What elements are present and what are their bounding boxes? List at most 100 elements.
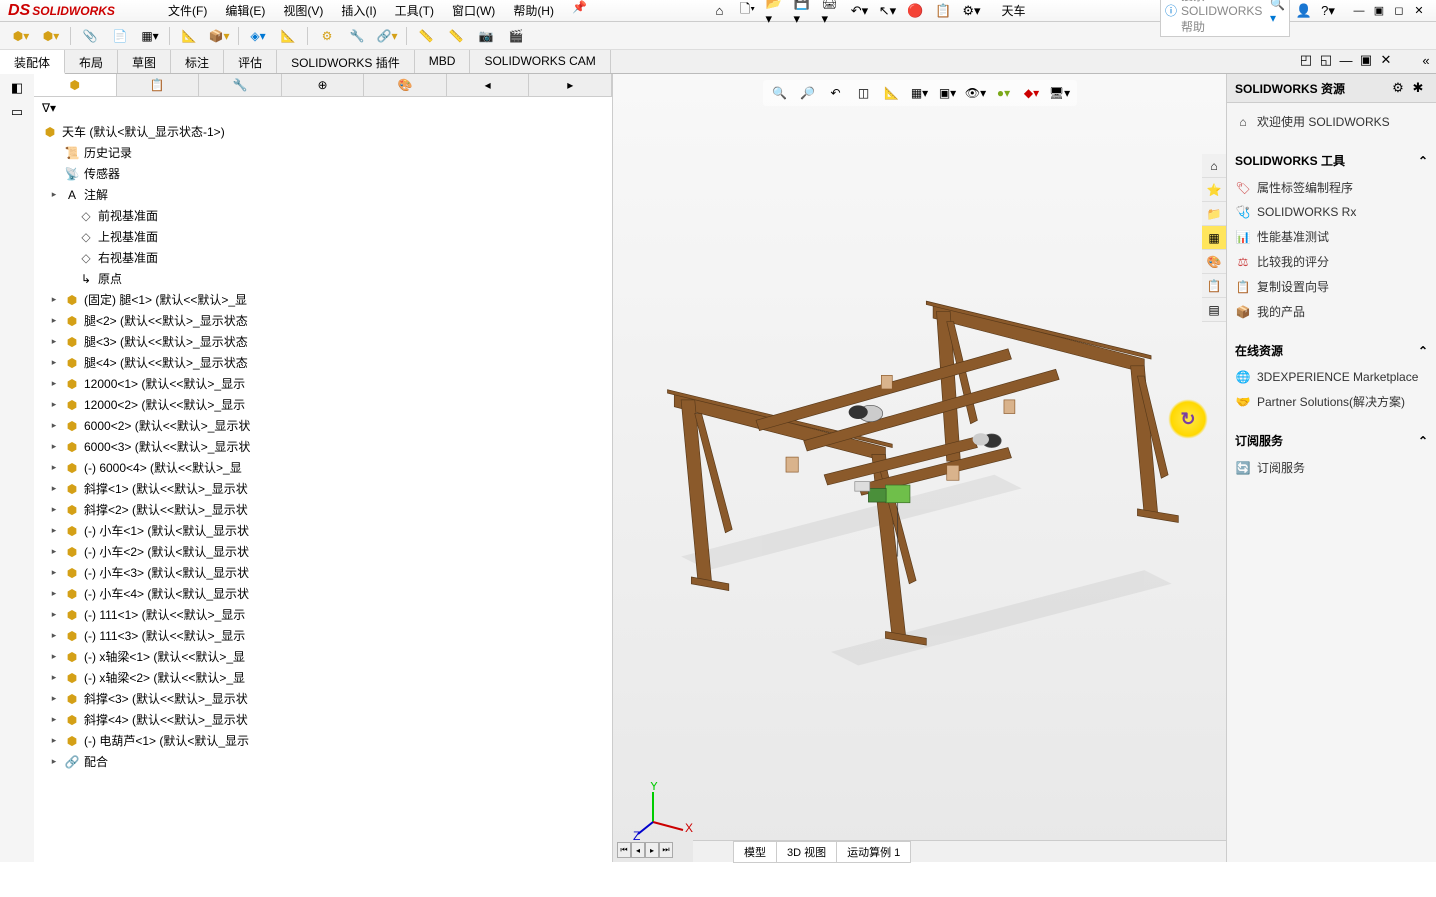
expand-icon[interactable]: ▸ [48, 483, 60, 494]
tree-item[interactable]: ▸⬢(-) 小车<1> (默认<默认_显示状 [34, 520, 612, 541]
rp-tool-link[interactable]: 🏷属性标签编制程序 [1235, 175, 1428, 200]
assembly-features-icon[interactable]: 📦▾ [208, 25, 230, 47]
side-home-icon[interactable]: ⌂ [1202, 154, 1226, 178]
side-design-lib-icon[interactable]: ▦ [1202, 226, 1226, 250]
rp-tool-link[interactable]: 🩺SOLIDWORKS Rx [1235, 200, 1428, 224]
tree-item[interactable]: ▸⬢12000<2> (默认<<默认>_显示 [34, 394, 612, 415]
taskpane-gear-icon[interactable]: ⚙ [1388, 78, 1408, 98]
help-icon[interactable]: ?▾ [1318, 1, 1338, 21]
expand-icon[interactable]: ▸ [48, 630, 60, 641]
rp-tool-link[interactable]: 📋复制设置向导 [1235, 274, 1428, 299]
tab-propertymanager[interactable]: 📋 [117, 74, 200, 96]
tree-filter[interactable]: ∇▾ [34, 97, 612, 119]
tree-root[interactable]: ⬢ 天车 (默认<默认_显示状态-1>) [34, 121, 612, 142]
reference-geom-icon[interactable]: ◈▾ [247, 25, 269, 47]
tree-item[interactable]: ▸⬢(-) 111<3> (默认<<默认>_显示 [34, 625, 612, 646]
tree-item[interactable]: ↳原点 [34, 268, 612, 289]
expand-icon[interactable]: ▸ [48, 294, 60, 305]
tree-item[interactable]: ▸⬢(-) 6000<4> (默认<<默认>_显 [34, 457, 612, 478]
expand-icon[interactable]: ▸ [48, 525, 60, 536]
pin-icon[interactable]: 📌 [572, 0, 587, 21]
expand-icon[interactable]: ▸ [48, 714, 60, 725]
new-icon[interactable]: 🗋▾ [737, 1, 757, 21]
rp-tool-link[interactable]: ⚖比较我的评分 [1235, 249, 1428, 274]
tree-item[interactable]: 📡传感器 [34, 163, 612, 184]
viewport[interactable]: 🔍 🔎 ↶ ◫ 📐 ▦▾ ▣▾ 👁▾ ●▾ ◆▾ 🖥▾ [613, 74, 1226, 862]
menu-file[interactable]: 文件(F) [160, 0, 215, 21]
expand-icon[interactable]: ▸ [48, 378, 60, 389]
bom-icon[interactable]: ⚙ [316, 25, 338, 47]
tab-more-left[interactable]: ◂ [447, 74, 530, 96]
expand-icon[interactable]: ▸ [48, 567, 60, 578]
expand-icon[interactable]: ▸ [48, 462, 60, 473]
tree-item[interactable]: ▸⬢斜撑<3> (默认<<默认>_显示状 [34, 688, 612, 709]
rebuild-icon[interactable]: 🔴 [905, 1, 925, 21]
tab-cam[interactable]: SOLIDWORKS CAM [470, 50, 610, 73]
new-motion-icon[interactable]: 📐 [277, 25, 299, 47]
close-button[interactable]: ✕ [1410, 3, 1428, 19]
open-icon[interactable]: 📂▾ [765, 1, 785, 21]
linear-pattern-icon[interactable]: 📎 [79, 25, 101, 47]
options-icon[interactable]: 📋 [933, 1, 953, 21]
tab-dimxpert[interactable]: ⊕ [282, 74, 365, 96]
property-manager-icon[interactable]: ▭ [7, 102, 27, 122]
tree-item[interactable]: ▸⬢斜撑<1> (默认<<默认>_显示状 [34, 478, 612, 499]
menu-edit[interactable]: 编辑(E) [217, 0, 273, 21]
tools-section-header[interactable]: SOLIDWORKS 工具 ⌃ [1235, 146, 1428, 175]
expand-icon[interactable]: ▸ [48, 504, 60, 515]
smart-fastener-icon[interactable]: 📄 [109, 25, 131, 47]
expand-icon[interactable]: ▸ [48, 420, 60, 431]
expand-icon[interactable]: ▸ [48, 735, 60, 746]
user-icon[interactable]: 👤 [1294, 1, 1314, 21]
interference-icon[interactable]: 📷 [475, 25, 497, 47]
side-appearances-icon[interactable]: 🎨 [1202, 250, 1226, 274]
select-icon[interactable]: ↖▾ [877, 1, 897, 21]
nav-prev[interactable]: ◂ [631, 842, 645, 858]
tab-layout[interactable]: 布局 [65, 50, 118, 73]
tree-item[interactable]: ▸⬢(固定) 腿<1> (默认<<默认>_显 [34, 289, 612, 310]
save-icon[interactable]: 💾▾ [793, 1, 813, 21]
tab-more-right[interactable]: ▸ [529, 74, 612, 96]
tree-item[interactable]: ▸⬢6000<3> (默认<<默认>_显示状 [34, 436, 612, 457]
tab-3dview[interactable]: 3D 视图 [776, 841, 837, 863]
tree-item[interactable]: 📜历史记录 [34, 142, 612, 163]
view-triad[interactable]: Y X Z [633, 782, 693, 842]
tab-motion1[interactable]: 运动算例 1 [836, 841, 911, 863]
expand-icon[interactable]: ▸ [48, 609, 60, 620]
tree-item[interactable]: ▸⬢腿<4> (默认<<默认>_显示状态 [34, 352, 612, 373]
menu-window[interactable]: 窗口(W) [444, 0, 503, 21]
expand-icon[interactable]: ▸ [48, 651, 60, 662]
tab-displaymanager[interactable]: 🎨 [364, 74, 447, 96]
tree-item[interactable]: ▸⬢腿<3> (默认<<默认>_显示状态 [34, 331, 612, 352]
side-folder-icon[interactable]: 📁 [1202, 202, 1226, 226]
nav-next[interactable]: ▸ [645, 842, 659, 858]
tree-item[interactable]: ▸⬢(-) x轴梁<1> (默认<<默认>_显 [34, 646, 612, 667]
doc-restore-icon[interactable]: ▣ [1356, 50, 1376, 70]
menu-tools[interactable]: 工具(T) [387, 0, 442, 21]
side-forum-icon[interactable]: ▤ [1202, 298, 1226, 322]
tree-item[interactable]: ◇上视基准面 [34, 226, 612, 247]
tree-item[interactable]: ▸⬢(-) 电葫芦<1> (默认<默认_显示 [34, 730, 612, 751]
taskpane-toggle-icon[interactable]: « [1416, 50, 1436, 70]
maximize-button[interactable]: ◻ [1390, 3, 1408, 19]
nav-first[interactable]: ⏮ [617, 842, 631, 858]
expand-icon[interactable]: ▸ [48, 315, 60, 326]
feature-manager-icon[interactable]: ◧ [7, 78, 27, 98]
menu-view[interactable]: 视图(V) [275, 0, 331, 21]
rp-tool-link[interactable]: 📊性能基准测试 [1235, 224, 1428, 249]
rp-online-link[interactable]: 🌐3DEXPERIENCE Marketplace [1235, 365, 1428, 389]
taskpane-pin-icon[interactable]: ✱ [1408, 78, 1428, 98]
expand-icon[interactable]: ▸ [48, 441, 60, 452]
tab-evaluate[interactable]: 评估 [224, 50, 277, 73]
search-box[interactable]: ⓘ 搜索 SOLIDWORKS 帮助 🔍▾ [1160, 0, 1290, 37]
settings-icon[interactable]: ⚙▾ [961, 1, 981, 21]
show-hidden-icon[interactable]: 📐 [178, 25, 200, 47]
collapse-tree-icon[interactable]: ◰ [1296, 50, 1316, 70]
sub-section-header[interactable]: 订阅服务 ⌃ [1235, 426, 1428, 455]
tree-item[interactable]: ▸⬢(-) x轴梁<2> (默认<<默认>_显 [34, 667, 612, 688]
undo-icon[interactable]: ↶▾ [849, 1, 869, 21]
tree-item[interactable]: ▸⬢(-) 小车<4> (默认<默认_显示状 [34, 583, 612, 604]
tab-annotate[interactable]: 标注 [171, 50, 224, 73]
expand-icon[interactable]: ▸ [48, 357, 60, 368]
tree-item[interactable]: ▸⬢12000<1> (默认<<默认>_显示 [34, 373, 612, 394]
